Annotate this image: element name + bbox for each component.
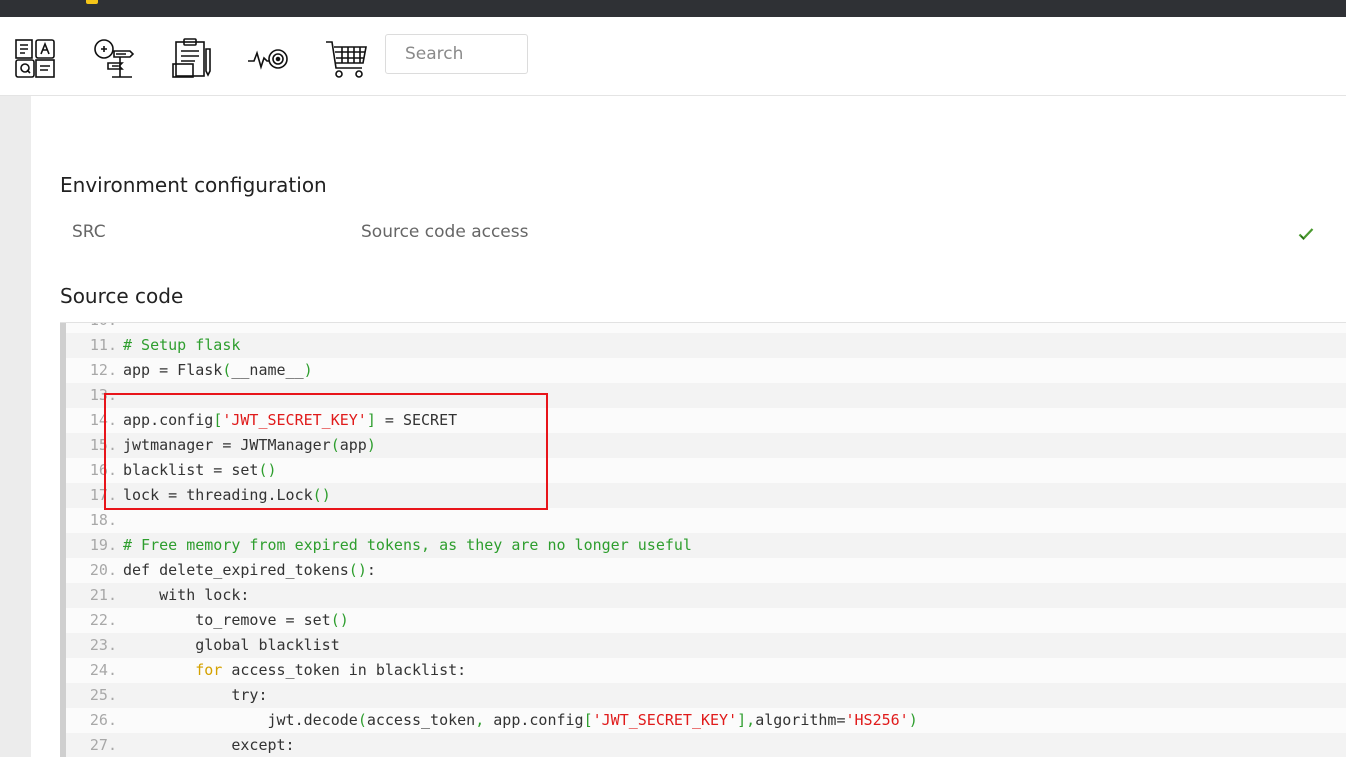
top-bar — [0, 0, 1346, 17]
line-number: 11. — [89, 336, 117, 354]
line-number: 19. — [89, 536, 117, 554]
code-line: 27. except: — [66, 733, 1346, 757]
line-number: 17. — [89, 486, 117, 504]
left-rail — [0, 96, 31, 757]
code-line: 15. jwtmanager = JWTManager(app) — [66, 433, 1346, 458]
line-number: 15. — [89, 436, 117, 454]
code-text: lock = threading.Lock() — [123, 486, 331, 504]
code-line: 19. # Free memory from expired tokens, as… — [66, 533, 1346, 558]
line-number: 16. — [89, 461, 117, 479]
line-number: 24. — [89, 661, 117, 679]
code-line: 18. — [66, 508, 1346, 533]
code-text: try: — [123, 686, 268, 704]
environment-configuration-title: Environment configuration — [60, 173, 327, 197]
code-line: 13. — [66, 383, 1346, 408]
code-line: 17. lock = threading.Lock() — [66, 483, 1346, 508]
code-text: def delete_expired_tokens(): — [123, 561, 376, 579]
code-text: global blacklist — [123, 636, 340, 654]
support-signpost-icon[interactable] — [92, 37, 136, 79]
activity-target-icon[interactable] — [246, 37, 290, 79]
environment-row: SRC Source code access — [60, 214, 1346, 252]
source-code-block[interactable]: 10. 11. # Setup flask 12. app = Flask(__name… — [60, 322, 1346, 757]
toolbar — [0, 17, 1346, 96]
code-text: app.config['JWT_SECRET_KEY'] = SECRET — [123, 411, 458, 429]
code-text: # Free memory from expired tokens, as th… — [123, 536, 692, 554]
logo-fragment — [86, 0, 98, 4]
code-text: with lock: — [123, 586, 250, 604]
code-line: 21. with lock: — [66, 583, 1346, 608]
code-text: jwtmanager = JWTManager(app) — [123, 436, 376, 454]
code-text: blacklist = set() — [123, 461, 277, 479]
line-number: 10. — [66, 323, 123, 333]
line-number: 23. — [89, 636, 117, 654]
code-line: 10. — [66, 323, 1346, 333]
code-line: 26. jwt.decode(access_token, app.config[… — [66, 708, 1346, 733]
line-number: 12. — [89, 361, 117, 379]
line-number: 26. — [89, 711, 117, 729]
code-line: 22. to_remove = set() — [66, 608, 1346, 633]
code-line: 11. # Setup flask — [66, 333, 1346, 358]
code-line: 12. app = Flask(__name__) — [66, 358, 1346, 383]
shopping-cart-icon[interactable] — [324, 37, 368, 79]
code-text: to_remove = set() — [123, 611, 349, 629]
faq-icon[interactable] — [14, 37, 58, 79]
environment-description: Source code access — [361, 222, 529, 242]
line-number: 14. — [89, 411, 117, 429]
line-number: 13. — [89, 386, 117, 404]
environment-code: SRC — [72, 222, 106, 242]
line-number: 18. — [89, 511, 117, 529]
code-line: 14. app.config['JWT_SECRET_KEY'] = SECRET — [66, 408, 1346, 433]
source-code-title: Source code — [60, 284, 184, 308]
line-number: 21. — [89, 586, 117, 604]
code-line: 25. try: — [66, 683, 1346, 708]
line-number: 27. — [89, 736, 117, 754]
check-icon — [1298, 226, 1314, 241]
code-text: for access_token in blacklist: — [195, 661, 467, 679]
code-text: except: — [123, 736, 295, 754]
code-text: app = Flask(__name__) — [123, 361, 313, 379]
code-line: 16. blacklist = set() — [66, 458, 1346, 483]
clipboard-list-icon[interactable] — [170, 37, 214, 79]
code-line: 24. for access_token in blacklist: — [66, 658, 1346, 683]
line-number: 25. — [89, 686, 117, 704]
line-number: 20. — [89, 561, 117, 579]
line-number: 22. — [89, 611, 117, 629]
search-input[interactable] — [385, 34, 528, 74]
code-text: # Setup flask — [123, 336, 241, 354]
code-text: jwt.decode(access_token, app.config['JWT… — [123, 711, 918, 729]
code-line: 20. def delete_expired_tokens(): — [66, 558, 1346, 583]
code-line: 23. global blacklist — [66, 633, 1346, 658]
